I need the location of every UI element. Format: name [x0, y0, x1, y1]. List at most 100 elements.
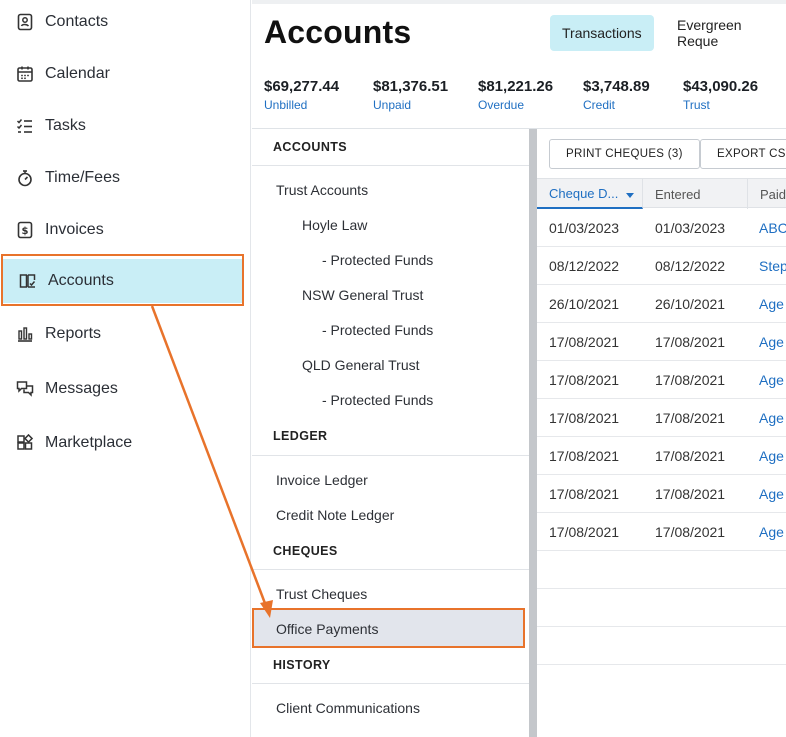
- svg-text:$: $: [22, 226, 29, 237]
- column-header-cheque-date[interactable]: Cheque D...: [537, 179, 643, 209]
- list-item-protected-funds[interactable]: - Protected Funds: [322, 252, 433, 268]
- summary-label: Trust: [683, 98, 710, 112]
- section-divider: [252, 455, 529, 456]
- cell-entered: 26/10/2021: [655, 296, 726, 312]
- summary-unpaid[interactable]: $81,376.51 Unpaid: [373, 78, 448, 112]
- nav-item-invoices[interactable]: $ Invoices: [0, 208, 251, 252]
- column-header-label: Entered: [655, 186, 701, 202]
- cell-paid[interactable]: Age: [759, 285, 784, 323]
- cell-entered: 08/12/2022: [655, 258, 726, 274]
- panel-resize-handle[interactable]: [529, 129, 537, 737]
- nav-item-contacts[interactable]: Contacts: [0, 0, 251, 44]
- summary-amount: $69,277.44: [264, 78, 340, 95]
- cell-paid[interactable]: Age: [759, 437, 784, 475]
- cell-entered: 17/08/2021: [655, 372, 726, 388]
- cell-paid[interactable]: Age: [759, 513, 784, 551]
- export-csv-button[interactable]: EXPORT CSV: [700, 139, 786, 169]
- accounts-book-icon: [17, 270, 39, 292]
- cell-paid[interactable]: Age: [759, 399, 784, 437]
- summary-label: Unbilled: [264, 98, 308, 112]
- cell-paid[interactable]: Age: [759, 323, 784, 361]
- table-row: [537, 627, 786, 665]
- nav-label-invoices: Invoices: [45, 221, 104, 238]
- cheques-table-area: PRINT CHEQUES (3) EXPORT CSV Cheque D...…: [537, 129, 786, 737]
- summary-amount: $3,748.89: [583, 78, 650, 95]
- nav-item-messages[interactable]: Messages: [0, 367, 251, 411]
- column-header-entered[interactable]: Entered: [643, 179, 748, 209]
- page-title: Accounts: [264, 14, 412, 50]
- list-item-protected-funds[interactable]: - Protected Funds: [322, 392, 433, 408]
- list-item-protected-funds[interactable]: - Protected Funds: [322, 322, 433, 338]
- cell-paid[interactable]: Age: [759, 361, 784, 399]
- cell-entered: 17/08/2021: [655, 334, 726, 350]
- table-row[interactable]: 17/08/2021 17/08/2021 Age: [537, 323, 786, 361]
- nav-item-time-fees[interactable]: Time/Fees: [0, 156, 251, 200]
- invoice-icon: $: [14, 219, 36, 241]
- sort-caret-icon: [626, 186, 635, 201]
- list-item-hoyle-law[interactable]: Hoyle Law: [302, 217, 367, 233]
- nav-item-calendar[interactable]: Calendar: [0, 52, 251, 96]
- table-row[interactable]: 26/10/2021 26/10/2021 Age: [537, 285, 786, 323]
- cell-paid[interactable]: ABC: [759, 209, 786, 247]
- list-item-nsw-general-trust[interactable]: NSW General Trust: [302, 287, 423, 303]
- section-heading-accounts: ACCOUNTS: [273, 140, 348, 154]
- table-header: Cheque D... Entered Paid: [537, 178, 786, 209]
- stopwatch-icon: [14, 167, 36, 189]
- summary-overdue[interactable]: $81,221.26 Overdue: [478, 78, 553, 112]
- summary-credit[interactable]: $3,748.89 Credit: [583, 78, 650, 112]
- cell-paid[interactable]: Step: [759, 247, 786, 285]
- nav-label-contacts: Contacts: [45, 13, 109, 30]
- summary-label: Overdue: [478, 98, 525, 112]
- nav-item-reports[interactable]: Reports: [0, 312, 251, 356]
- nav-label-tasks: Tasks: [45, 117, 86, 134]
- contacts-icon: [14, 11, 36, 33]
- list-item-client-communications[interactable]: Client Communications: [276, 700, 420, 716]
- cell-cheque-date: 01/03/2023: [549, 220, 620, 236]
- summary-trust[interactable]: $43,090.26 Trust: [683, 78, 758, 112]
- cell-entered: 17/08/2021: [655, 486, 726, 502]
- nav-item-accounts[interactable]: Accounts: [3, 259, 243, 303]
- cell-cheque-date: 17/08/2021: [549, 486, 620, 502]
- calendar-icon: [14, 63, 36, 85]
- tab-transactions[interactable]: Transactions: [550, 15, 654, 51]
- summary-unbilled[interactable]: $69,277.44 Unbilled: [264, 78, 339, 112]
- list-item-trust-cheques[interactable]: Trust Cheques: [276, 586, 367, 602]
- list-item-office-payments[interactable]: Office Payments: [253, 610, 523, 647]
- section-heading-ledger: LEDGER: [273, 429, 328, 443]
- list-item-qld-general-trust[interactable]: QLD General Trust: [302, 357, 420, 373]
- table-row[interactable]: 01/03/2023 01/03/2023 ABC: [537, 209, 786, 247]
- summary-amount: $43,090.26: [683, 78, 759, 95]
- table-row: [537, 551, 786, 589]
- section-divider: [252, 683, 529, 684]
- nav-item-marketplace[interactable]: Marketplace: [0, 421, 251, 465]
- messages-icon: [14, 378, 36, 400]
- table-row[interactable]: 08/12/2022 08/12/2022 Step: [537, 247, 786, 285]
- cell-cheque-date: 17/08/2021: [549, 372, 620, 388]
- cell-entered: 17/08/2021: [655, 410, 726, 426]
- table-row: [537, 589, 786, 627]
- cell-cheque-date: 17/08/2021: [549, 448, 620, 464]
- table-row[interactable]: 17/08/2021 17/08/2021 Age: [537, 475, 786, 513]
- list-item-trust-accounts[interactable]: Trust Accounts: [276, 182, 368, 198]
- nav-label-marketplace: Marketplace: [45, 434, 133, 451]
- table-row[interactable]: 17/08/2021 17/08/2021 Age: [537, 437, 786, 475]
- table-row[interactable]: 17/08/2021 17/08/2021 Age: [537, 399, 786, 437]
- column-header-label: Paid: [760, 186, 786, 202]
- list-item-invoice-ledger[interactable]: Invoice Ledger: [276, 472, 368, 488]
- cell-cheque-date: 17/08/2021: [549, 334, 620, 350]
- nav-label-messages: Messages: [45, 380, 118, 397]
- list-item-credit-note-ledger[interactable]: Credit Note Ledger: [276, 507, 394, 523]
- table-row[interactable]: 17/08/2021 17/08/2021 Age: [537, 513, 786, 551]
- marketplace-icon: [14, 432, 36, 454]
- nav-label-reports: Reports: [45, 325, 102, 342]
- tab-evergreen-requests[interactable]: Evergreen Reque: [665, 15, 786, 51]
- tasks-icon: [14, 115, 36, 137]
- cell-paid[interactable]: Age: [759, 475, 784, 513]
- cell-entered: 17/08/2021: [655, 448, 726, 464]
- table-row[interactable]: 17/08/2021 17/08/2021 Age: [537, 361, 786, 399]
- print-cheques-button[interactable]: PRINT CHEQUES (3): [549, 139, 700, 169]
- column-header-paid[interactable]: Paid: [748, 179, 786, 209]
- main-content: Accounts Transactions Evergreen Reque $6…: [252, 0, 786, 737]
- section-divider: [252, 569, 529, 570]
- nav-item-tasks[interactable]: Tasks: [0, 104, 251, 148]
